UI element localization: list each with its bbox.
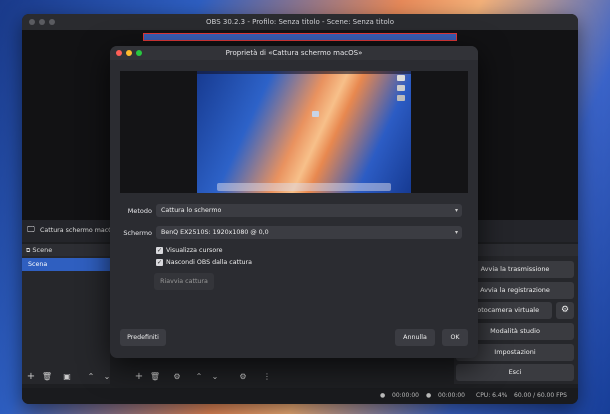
method-value: Cattura lo schermo (161, 207, 222, 214)
filter-icon[interactable]: ▣ (60, 370, 74, 384)
zoom-button[interactable] (49, 19, 55, 25)
menu-bar (197, 71, 411, 74)
dialog-window-controls (116, 50, 142, 56)
arrow-down-icon[interactable]: ⌄ (208, 370, 222, 384)
properties-dialog: Proprietà di «Cattura schermo macOS» Met… (110, 46, 478, 358)
cancel-button[interactable]: Annulla (395, 329, 435, 346)
dialog-title: Proprietà di «Cattura schermo macOS» (225, 49, 363, 57)
more-icon[interactable]: ⋮ (260, 370, 274, 384)
gear-icon[interactable]: ⚙ (556, 302, 574, 319)
source-name-label: Cattura schermo macOS (40, 227, 118, 234)
dialog-preview (120, 71, 468, 193)
fps-readout: 60.00 / 60.00 FPS (514, 392, 567, 399)
gear-icon[interactable]: ⚙ (170, 370, 184, 384)
mixer-gear-icon[interactable]: ⚙ (236, 370, 250, 384)
main-window-title: OBS 30.2.3 - Profilo: Senza titolo - Sce… (206, 18, 394, 26)
dialog-zoom-button[interactable] (136, 50, 142, 56)
checkmark-icon: ✓ (156, 258, 163, 266)
method-select[interactable]: Cattura lo schermo ▾ (156, 204, 462, 217)
plus-icon[interactable]: + (24, 370, 38, 384)
desktop-icon (397, 75, 405, 81)
method-label: Metodo (127, 207, 152, 215)
record-dot-icon: ● (426, 392, 432, 399)
stream-dot-icon: ● (380, 392, 386, 399)
source-selection-box[interactable] (143, 33, 457, 41)
arrow-up-icon[interactable]: ⌃ (192, 370, 206, 384)
main-title-bar: OBS 30.2.3 - Profilo: Senza titolo - Sce… (22, 14, 578, 30)
screen-value: BenQ EX2510S: 1920x1080 @ 0,0 (161, 229, 269, 236)
stream-time: 00:00:00 (392, 392, 419, 399)
exit-button[interactable]: Esci (456, 364, 574, 381)
show-cursor-label: Visualizza cursore (166, 247, 223, 254)
ok-button[interactable]: OK (442, 329, 468, 346)
scene-item[interactable]: Scena (22, 258, 110, 271)
hide-obs-label: Nascondi OBS dalla cattura (166, 259, 252, 266)
scenes-header-label: Scene (32, 246, 53, 254)
scenes-header: ⧉ Scene (22, 244, 110, 256)
cpu-usage: CPU: 6.4% (476, 392, 508, 399)
arrow-down-icon[interactable]: ⌄ (100, 370, 114, 384)
desktop-icon (312, 111, 319, 117)
scenes-panel: ⧉ Scene Scena (22, 244, 110, 384)
dock (217, 183, 391, 191)
trash-icon[interactable]: 🗑 (148, 370, 162, 384)
hide-obs-checkbox[interactable]: ✓ Nascondi OBS dalla cattura (156, 258, 252, 267)
desktop-capture-image (197, 71, 411, 193)
scenes-icon: ⧉ (26, 247, 31, 254)
arrow-up-icon[interactable]: ⌃ (84, 370, 98, 384)
desktop-icon (397, 95, 405, 101)
status-bar: ● 00:00:00 ● 00:00:00 CPU: 6.4% 60.00 / … (22, 388, 578, 404)
dialog-close-button[interactable] (116, 50, 122, 56)
trash-icon[interactable]: 🗑 (40, 370, 54, 384)
restart-capture-button[interactable]: Riavvia cattura (154, 273, 214, 290)
close-button[interactable] (29, 19, 35, 25)
minimize-button[interactable] (39, 19, 45, 25)
plus-icon[interactable]: + (132, 370, 146, 384)
record-time: 00:00:00 (438, 392, 465, 399)
screen-select[interactable]: BenQ EX2510S: 1920x1080 @ 0,0 ▾ (156, 226, 462, 239)
defaults-button[interactable]: Predefiniti (120, 329, 166, 346)
checkmark-icon: ✓ (156, 246, 163, 254)
main-window-controls (29, 19, 55, 25)
screen-icon: 🖵 (27, 225, 35, 234)
dialog-minimize-button[interactable] (126, 50, 132, 56)
dialog-title-bar: Proprietà di «Cattura schermo macOS» (110, 46, 478, 60)
chevron-down-icon: ▾ (454, 207, 458, 214)
chevron-down-icon: ▾ (454, 229, 458, 236)
screen-label: Schermo (123, 229, 152, 237)
show-cursor-checkbox[interactable]: ✓ Visualizza cursore (156, 246, 223, 255)
desktop-icon (397, 85, 405, 91)
